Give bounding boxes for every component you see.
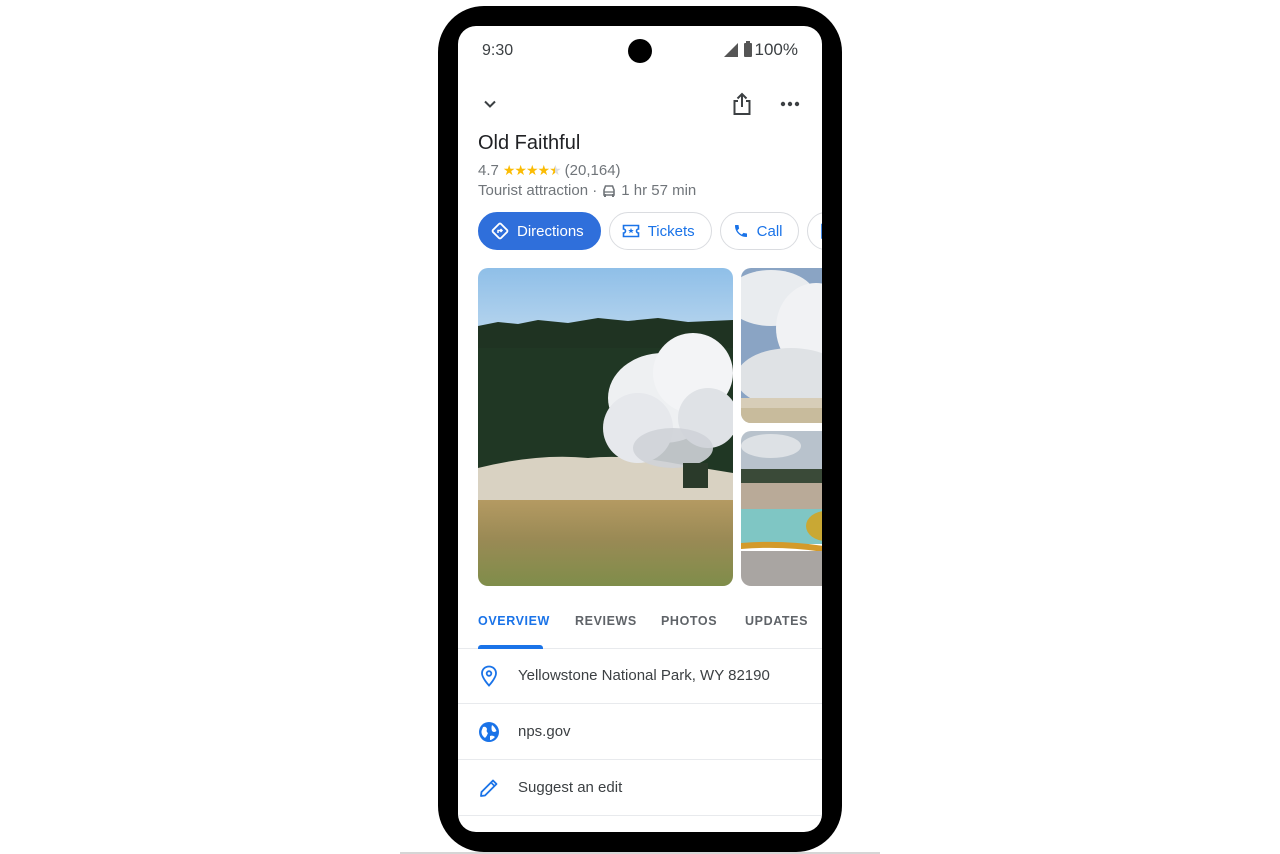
ticket-icon [622,224,639,238]
directions-label: Directions [517,222,584,240]
front-camera [628,39,652,63]
bookmark-icon [821,223,822,239]
review-count[interactable]: (20,164) [565,162,621,179]
call-button[interactable]: Call [719,212,800,250]
star-icon: ★ [502,162,516,178]
star-icon: ★ [514,162,527,178]
signal-icon [723,43,738,57]
more-options-button[interactable] [774,88,806,120]
drive-time: 1 hr 57 min [621,182,697,199]
call-label: Call [756,222,783,240]
save-button[interactable]: Save [807,212,822,250]
top-bar [458,88,822,124]
phone-screen: 9:30 100% Old Faithful 4.7 ★★★★★ (20,164… [458,26,822,832]
status-bar: 9:30 100% [458,26,822,76]
tab-photos[interactable]: PHOTOS [661,614,717,628]
share-icon [733,92,751,115]
status-indicators: 100% [723,40,798,60]
suggest-edit-row[interactable]: Suggest an edit [458,760,822,816]
battery-icon [743,41,752,57]
star-rating: ★★★★★ [502,162,562,179]
stars-glyph: ★★★★★ [502,162,562,178]
directions-button[interactable]: Directions [478,212,601,250]
rating-value: 4.7 [478,162,499,179]
hot-spring-photo-image [741,431,822,586]
star-icon: ★ [525,162,539,178]
more-horiz-icon [780,101,800,107]
star-icon: ★ [549,162,562,178]
location-pin-icon [478,665,500,687]
photo-hot-spring[interactable] [741,431,822,586]
action-chips: Directions Tickets Call Save [478,212,822,250]
photo-gallery [478,268,822,586]
photo-old-faithful[interactable] [478,268,733,586]
suggest-edit-text: Suggest an edit [518,779,623,796]
star-icon: ★ [537,162,551,178]
place-category: Tourist attraction · [478,182,598,199]
tab-overview[interactable]: OVERVIEW [478,614,550,628]
rating-row: 4.7 ★★★★★ (20,164) [478,162,621,179]
battery-percent: 100% [754,40,798,59]
address-row[interactable]: Yellowstone National Park, WY 82190 [458,648,822,704]
geyser-photo-image [478,268,733,586]
tickets-label: Tickets [647,222,695,240]
place-tabs: OVERVIEW REVIEWS PHOTOS UPDATES [458,604,822,649]
website-text: nps.gov [518,723,571,740]
collapse-button[interactable] [474,88,506,120]
pencil-icon [478,777,500,799]
car-icon [603,185,616,197]
place-meta-row: Tourist attraction · 1 hr 57 min [478,182,696,199]
share-button[interactable] [726,88,758,120]
tab-updates[interactable]: UPDATES [745,614,808,628]
status-time: 9:30 [482,42,514,59]
tickets-button[interactable]: Tickets [608,212,712,250]
website-row[interactable]: nps.gov [458,704,822,760]
photo-steam[interactable] [741,268,822,423]
address-text: Yellowstone National Park, WY 82190 [518,667,770,684]
globe-icon [478,721,500,743]
chevron-down-icon [484,100,496,108]
directions-icon [491,222,509,240]
phone-icon [734,225,747,237]
steam-photo-image [741,268,822,423]
tab-reviews[interactable]: REVIEWS [575,614,637,628]
place-title: Old Faithful [478,132,581,154]
